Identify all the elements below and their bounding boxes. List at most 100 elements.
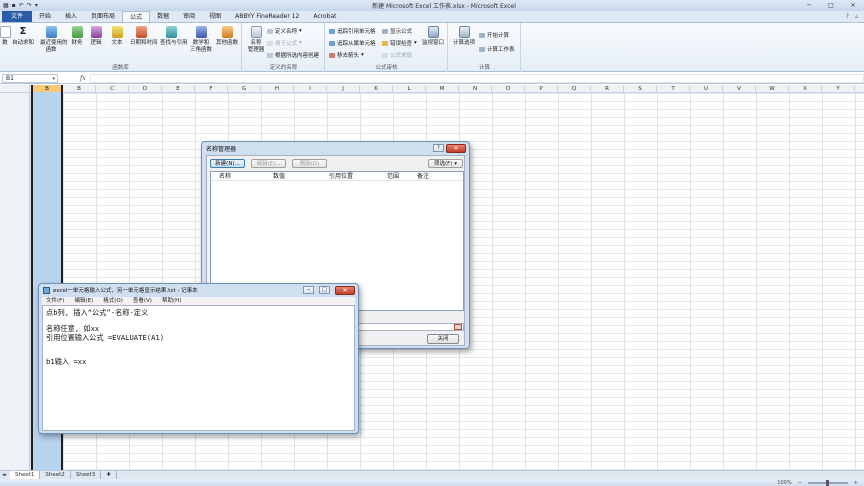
column-header-h[interactable]: H: [261, 85, 294, 93]
calculation-options-button[interactable]: 计算选项: [453, 26, 475, 47]
watch-window-button[interactable]: 监视窗口: [422, 26, 444, 47]
help-icon[interactable]: ?: [846, 11, 849, 22]
menu-edit[interactable]: 编辑(E): [74, 297, 93, 305]
column-header-b[interactable]: B: [63, 85, 96, 93]
insert-sheet-icon[interactable]: ✚: [101, 471, 117, 479]
column-header-name[interactable]: 名称: [211, 172, 265, 180]
trace-precedents-button[interactable]: 追踪引用单元格: [329, 27, 376, 35]
qat-dropdown-icon[interactable]: ▾: [35, 2, 38, 9]
sheet-nav-icon[interactable]: ◂▸: [0, 472, 10, 478]
column-header-r[interactable]: R: [591, 85, 624, 93]
show-formulas-button[interactable]: 显示公式: [382, 27, 412, 35]
tab-file[interactable]: 文件: [2, 11, 33, 22]
recently-used-button[interactable]: 最近使用的 函数: [40, 26, 68, 53]
column-header-l[interactable]: L: [393, 85, 426, 93]
tab-home[interactable]: 开始: [32, 11, 58, 22]
ribbon-minimize-icon[interactable]: ▵: [855, 11, 858, 22]
column-header-e[interactable]: E: [162, 85, 195, 93]
sheet-tab-3[interactable]: Sheet3: [71, 471, 102, 479]
column-header-x[interactable]: X: [789, 85, 822, 93]
tab-review[interactable]: 审阅: [176, 11, 202, 22]
name-manager-button[interactable]: 名称 管理器: [245, 26, 267, 53]
column-header-w[interactable]: W: [756, 85, 789, 93]
zoom-out-icon[interactable]: −: [798, 480, 802, 486]
column-header-o[interactable]: O: [492, 85, 525, 93]
column-header-value[interactable]: 数值: [265, 172, 321, 180]
autosum-button[interactable]: Σ 自动求和: [12, 26, 34, 47]
column-header-refers-to[interactable]: 引用位置: [321, 172, 379, 180]
column-header-v[interactable]: V: [723, 85, 756, 93]
column-header-u[interactable]: U: [690, 85, 723, 93]
calculate-sheet-button[interactable]: 计算工作表: [479, 45, 515, 53]
close-button[interactable]: 关闭: [427, 334, 459, 344]
column-header-p[interactable]: P: [525, 85, 558, 93]
sheet-tab-2[interactable]: Sheet2: [40, 471, 71, 479]
minimize-button[interactable]: ─: [798, 0, 820, 11]
undo-icon[interactable]: ↶: [19, 2, 24, 9]
tab-page-layout[interactable]: 页面布局: [84, 11, 122, 22]
menu-format[interactable]: 格式(O): [103, 297, 123, 305]
tab-data[interactable]: 数据: [150, 11, 176, 22]
math-trig-button[interactable]: 数学和 三角函数: [190, 26, 212, 53]
column-header-c[interactable]: C: [96, 85, 129, 93]
calculate-now-button[interactable]: 开始计算: [479, 31, 509, 39]
tab-view[interactable]: 视图: [202, 11, 228, 22]
menu-help[interactable]: 帮助(H): [162, 297, 181, 305]
chevron-down-icon[interactable]: ▾: [52, 75, 55, 83]
insert-function-fx-icon[interactable]: fx: [80, 75, 86, 82]
minimize-icon[interactable]: ─: [303, 286, 314, 294]
new-name-button[interactable]: 新建(N)...: [210, 159, 245, 168]
close-button[interactable]: ✕: [842, 0, 864, 11]
column-header-t[interactable]: T: [657, 85, 690, 93]
text-button[interactable]: 文本: [106, 26, 128, 47]
sheet-tab-1[interactable]: Sheet1: [10, 471, 41, 479]
maximize-button[interactable]: □: [820, 0, 842, 11]
evaluate-formula-button[interactable]: 公式求值: [382, 51, 412, 59]
lookup-reference-button[interactable]: 查找与引用: [160, 26, 188, 47]
column-header-scope[interactable]: 范围: [379, 172, 409, 180]
column-header-f[interactable]: F: [195, 85, 228, 93]
select-all-corner[interactable]: [0, 85, 30, 93]
close-icon[interactable]: ✕: [446, 143, 466, 153]
zoom-in-icon[interactable]: +: [854, 480, 858, 486]
column-header-i[interactable]: I: [294, 85, 327, 93]
column-header-q[interactable]: Q: [558, 85, 591, 93]
close-icon[interactable]: ✕: [335, 285, 355, 295]
edit-name-button[interactable]: 编辑(E)...: [251, 159, 286, 168]
column-header-s[interactable]: S: [624, 85, 657, 93]
collapse-dialog-icon[interactable]: [454, 324, 462, 330]
redo-icon[interactable]: ↷: [27, 2, 32, 9]
tab-formulas[interactable]: 公式: [122, 11, 151, 22]
create-from-selection-button[interactable]: 根据所选内容创建: [267, 51, 319, 59]
column-header-y[interactable]: Y: [822, 85, 855, 93]
filter-button[interactable]: 筛选(F) ▾: [428, 159, 463, 168]
name-box[interactable]: B1 ▾: [2, 73, 58, 83]
column-header-n[interactable]: N: [459, 85, 492, 93]
tab-acrobat[interactable]: Acrobat: [306, 11, 343, 22]
menu-view[interactable]: 查看(V): [133, 297, 152, 305]
menu-file[interactable]: 文件(F): [46, 297, 64, 305]
tab-abbyy[interactable]: ABBYY FineReader 12: [228, 11, 306, 22]
notepad-text-area[interactable]: 点b列, 插入“公式”-名称-定义 名称任意, 如xx 引用位置输入公式 =EV…: [42, 305, 355, 431]
delete-name-button[interactable]: 删除(D): [292, 159, 327, 168]
column-header-k[interactable]: K: [360, 85, 393, 93]
maximize-icon[interactable]: □: [319, 286, 330, 294]
column-header-j[interactable]: J: [327, 85, 360, 93]
column-header-b-selected[interactable]: B: [33, 85, 61, 93]
use-in-formula-button[interactable]: 用于公式 ▾: [267, 39, 302, 47]
define-name-button[interactable]: 定义名称 ▾: [267, 27, 302, 35]
column-header-g[interactable]: G: [228, 85, 261, 93]
tab-insert[interactable]: 插入: [58, 11, 84, 22]
trace-dependents-button[interactable]: 追踪从属单元格: [329, 39, 376, 47]
column-header-m[interactable]: M: [426, 85, 459, 93]
error-checking-button[interactable]: 错误检查 ▾: [382, 39, 417, 47]
column-header-d[interactable]: D: [129, 85, 162, 93]
save-icon[interactable]: ▪: [12, 2, 16, 9]
more-functions-button[interactable]: 其他函数: [216, 26, 238, 47]
zoom-slider[interactable]: [807, 479, 848, 486]
help-icon[interactable]: ?: [433, 144, 444, 152]
formula-input[interactable]: [89, 73, 864, 83]
date-time-button[interactable]: 日期和时间: [130, 26, 158, 47]
logical-button[interactable]: 逻辑: [85, 26, 107, 47]
column-header-comment[interactable]: 备注: [409, 172, 449, 180]
